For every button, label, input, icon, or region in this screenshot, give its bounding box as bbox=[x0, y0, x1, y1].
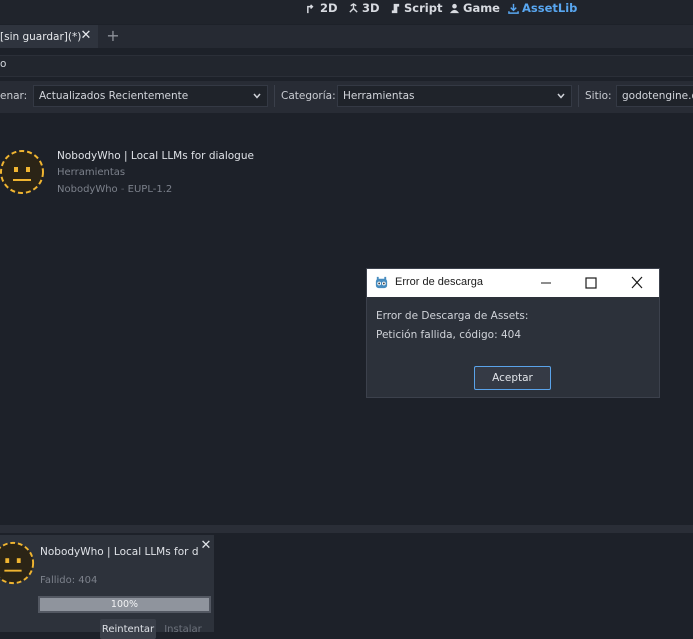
asset-author-line: NobodyWho - EUPL-1.2 bbox=[57, 184, 172, 195]
assetlib-icon bbox=[508, 3, 519, 14]
2d-button[interactable]: 2D bbox=[306, 0, 338, 16]
install-button: Instalar bbox=[164, 623, 202, 635]
ok-button[interactable]: Aceptar bbox=[474, 366, 551, 390]
asset-category[interactable]: Herramientas bbox=[57, 167, 125, 178]
scene-tab-bar bbox=[0, 25, 693, 48]
download-close-icon[interactable]: ✕ bbox=[199, 538, 213, 554]
site-value: godotengine.or bbox=[622, 90, 693, 102]
divider bbox=[274, 85, 275, 107]
godot-icon bbox=[375, 276, 388, 289]
script-icon bbox=[391, 3, 400, 13]
download-status: Fallido: 404 bbox=[40, 575, 98, 586]
assetlib-button[interactable]: AssetLib bbox=[508, 0, 577, 16]
divider bbox=[578, 85, 579, 107]
dialog-message-line2: Petición fallida, código: 404 bbox=[376, 329, 522, 341]
2d-label: 2D bbox=[320, 1, 338, 15]
game-label: Game bbox=[463, 1, 500, 15]
2d-icon bbox=[307, 3, 314, 13]
3d-icon bbox=[349, 2, 358, 13]
chevron-down-icon bbox=[557, 93, 565, 99]
add-tab-icon[interactable]: + bbox=[106, 27, 120, 45]
3d-button[interactable]: 3D bbox=[348, 0, 380, 16]
search-value: o bbox=[0, 58, 7, 70]
script-button[interactable]: Script bbox=[390, 0, 442, 16]
asset-title[interactable]: NobodyWho | Local LLMs for dialogue bbox=[57, 150, 254, 162]
minimize-icon[interactable] bbox=[531, 272, 561, 294]
game-icon bbox=[449, 3, 460, 13]
site-dropdown[interactable]: godotengine.or bbox=[616, 85, 693, 107]
search-input[interactable] bbox=[0, 55, 693, 77]
download-asset-face-icon bbox=[0, 541, 35, 585]
site-label: Sitio: bbox=[585, 90, 612, 102]
maximize-icon[interactable] bbox=[576, 272, 606, 294]
category-label: Categoría: bbox=[281, 90, 336, 102]
sort-label: enar: bbox=[0, 90, 28, 102]
download-progress-label: 100% bbox=[110, 599, 139, 610]
asset-license: EUPL-1.2 bbox=[127, 184, 173, 195]
download-title: NobodyWho | Local LLMs for dial bbox=[40, 546, 198, 558]
close-icon[interactable] bbox=[622, 272, 652, 294]
scene-tab-label: [sin guardar](*) bbox=[0, 30, 82, 43]
asset-author[interactable]: NobodyWho bbox=[57, 184, 118, 195]
game-button[interactable]: Game bbox=[449, 0, 500, 16]
dialog-message-line1: Error de Descarga de Assets: bbox=[376, 310, 529, 322]
main-screen-bar bbox=[0, 0, 693, 24]
3d-label: 3D bbox=[362, 1, 380, 15]
category-dropdown[interactable]: Herramientas bbox=[337, 85, 572, 107]
assetlib-label: AssetLib bbox=[522, 1, 578, 15]
chevron-down-icon bbox=[253, 93, 261, 99]
sort-dropdown[interactable]: Actualizados Recientemente bbox=[33, 85, 268, 107]
script-label: Script bbox=[404, 1, 443, 15]
category-value: Herramientas bbox=[343, 90, 415, 102]
sort-value: Actualizados Recientemente bbox=[39, 90, 189, 102]
panel-divider bbox=[0, 525, 693, 533]
tab-close-icon[interactable]: ✕ bbox=[80, 29, 92, 43]
retry-button[interactable]: Reintentar bbox=[100, 619, 156, 639]
dialog-title: Error de descarga bbox=[395, 276, 484, 288]
asset-author-separator: - bbox=[117, 184, 128, 195]
asset-face-icon[interactable] bbox=[0, 148, 46, 196]
